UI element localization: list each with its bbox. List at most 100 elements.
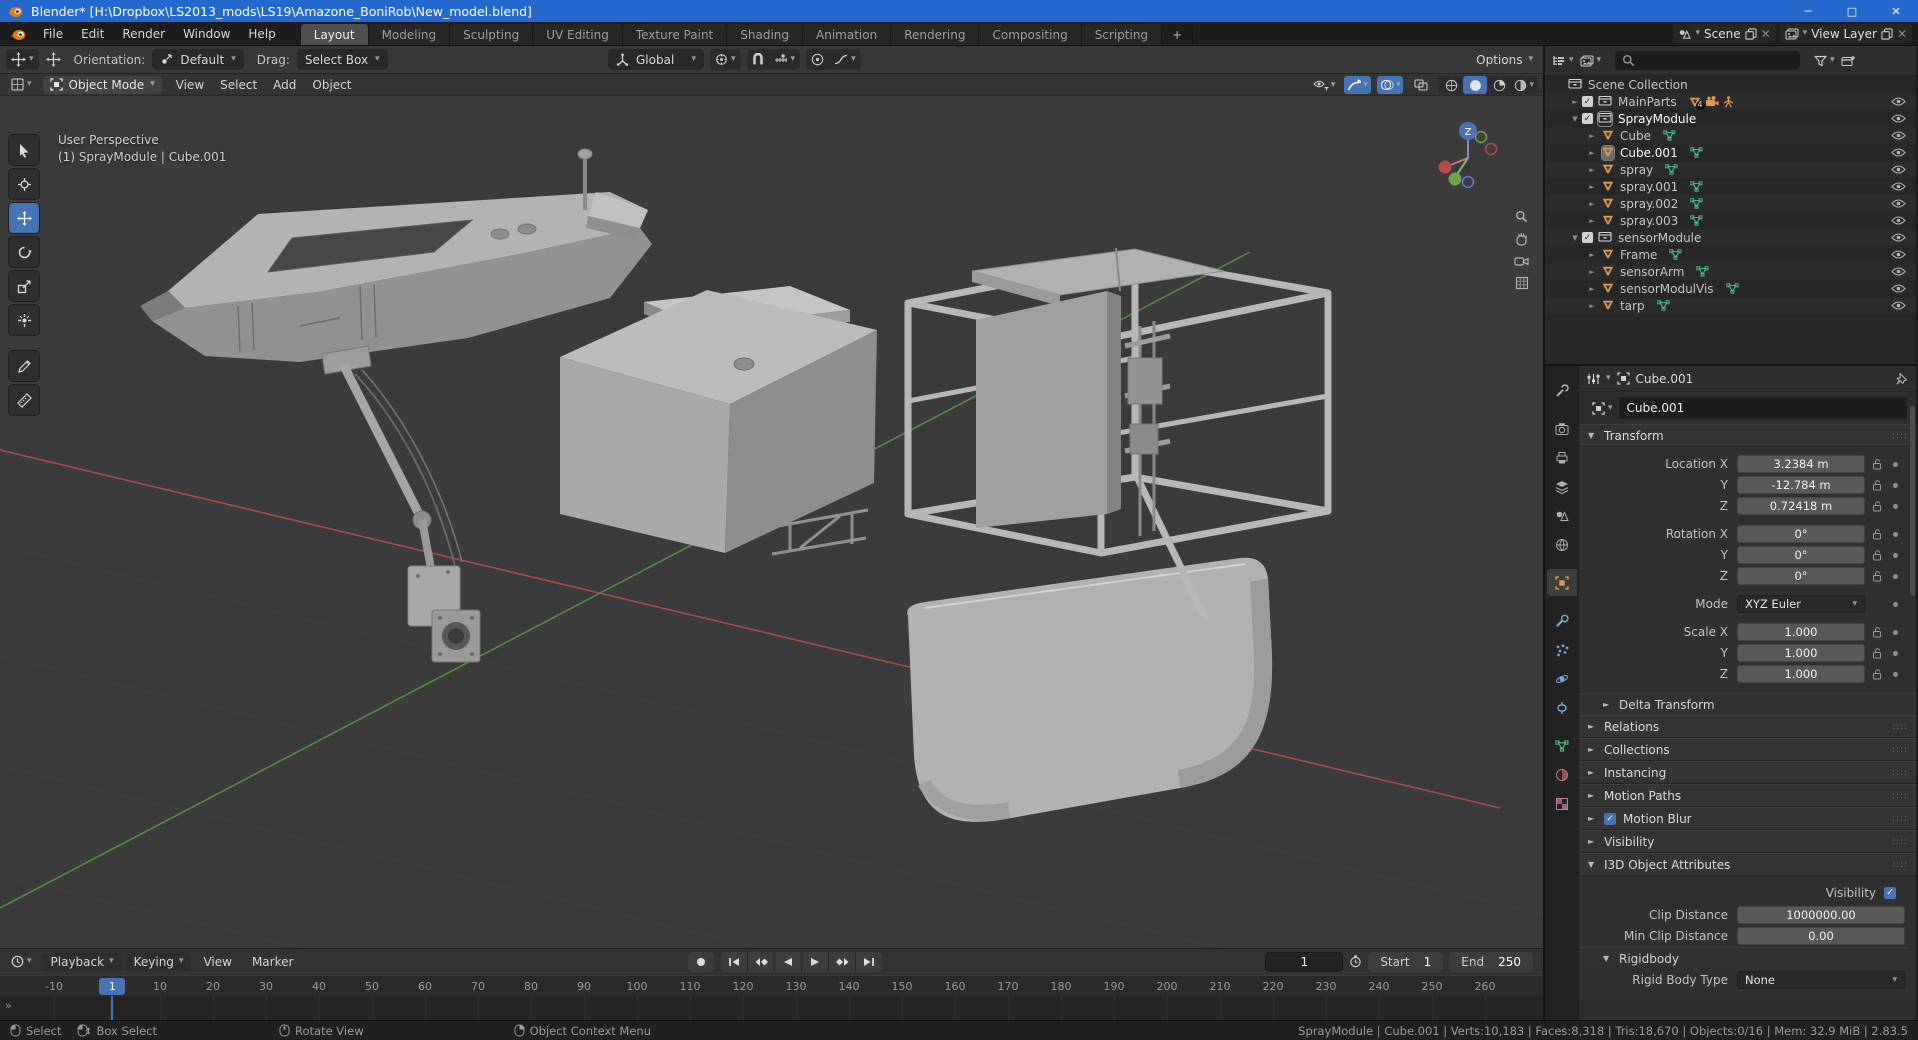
remove-view-layer-icon[interactable]: ✕ — [1897, 27, 1907, 41]
hide-in-viewport-eye-icon[interactable] — [1891, 301, 1906, 310]
panel-header-rigidbody[interactable]: ▼Rigidbody — [1579, 947, 1910, 969]
viewport-menu-select[interactable]: Select — [212, 78, 265, 92]
timeline-menu-keying[interactable]: Keying▾ — [126, 953, 192, 971]
menu-file[interactable]: File — [34, 22, 72, 45]
outliner-search-input[interactable] — [1615, 51, 1800, 70]
move-gizmo-icon[interactable] — [46, 52, 61, 67]
properties-tab-output[interactable] — [1547, 444, 1577, 471]
tool-rotate[interactable] — [9, 237, 39, 267]
drag-dropdown[interactable]: Select Box ▾ — [297, 49, 388, 70]
tool-select-box[interactable] — [9, 135, 39, 165]
tool-annotate[interactable] — [9, 351, 39, 381]
outliner-row-spray[interactable]: ►spray — [1545, 161, 1916, 178]
properties-tab-view-layer[interactable] — [1547, 473, 1577, 500]
outliner-row-tarp[interactable]: ►tarp — [1545, 297, 1916, 314]
timeline-editor-dropdown[interactable]: ▾ — [6, 951, 37, 972]
editor-type-dropdown[interactable]: ▾ — [6, 74, 37, 95]
snap-toggle-button[interactable] — [747, 49, 769, 70]
properties-tab-object-data[interactable] — [1547, 732, 1577, 759]
frame-start-field[interactable]: Start 1 — [1368, 952, 1443, 972]
shading-solid-button[interactable] — [1463, 76, 1487, 94]
properties-tab-modifiers[interactable] — [1547, 607, 1577, 634]
navigation-gizmo[interactable]: Z — [1431, 118, 1505, 195]
property-field-z[interactable]: 0° — [1737, 567, 1865, 585]
expand-icon[interactable]: ► — [1585, 302, 1599, 310]
hide-in-viewport-eye-icon[interactable] — [1891, 182, 1906, 191]
playhead-line[interactable] — [111, 996, 113, 1020]
viewport-menu-object[interactable]: Object — [304, 78, 359, 92]
panel-header-motion-paths[interactable]: ►Motion Paths:::: — [1579, 784, 1916, 807]
new-collection-button[interactable] — [1841, 55, 1856, 67]
transport-next-key-button[interactable] — [829, 952, 855, 972]
property-field-mode[interactable]: XYZ Euler▾ — [1737, 595, 1865, 613]
property-field-z[interactable]: 0.72418 m — [1737, 497, 1865, 515]
outliner-row-spray-003[interactable]: ►spray.003 — [1545, 212, 1916, 229]
panel-header-transform[interactable]: ▼Transform:::: — [1579, 424, 1916, 447]
panel-header-visibility[interactable]: ►Visibility:::: — [1579, 830, 1916, 853]
property-field-y[interactable]: 1.000 — [1737, 644, 1865, 662]
outliner-row-scene-collection[interactable]: Scene Collection — [1545, 76, 1916, 93]
frame-end-field[interactable]: End 250 — [1449, 952, 1533, 972]
ortho-grid-icon[interactable] — [1514, 276, 1529, 290]
menu-render[interactable]: Render — [113, 22, 174, 45]
property-field-y[interactable]: -12.784 m — [1737, 476, 1865, 494]
transform-orientation-dropdown[interactable]: Global ▾ — [608, 49, 704, 70]
tab-texture-paint[interactable]: Texture Paint — [623, 24, 727, 45]
snap-settings-dropdown[interactable]: ▾ — [769, 49, 801, 70]
hide-in-viewport-eye-icon[interactable] — [1891, 267, 1906, 276]
shading-rendered-button[interactable]: ▾ — [1511, 76, 1537, 94]
tab-shading[interactable]: Shading — [727, 24, 803, 45]
collection-checkbox[interactable]: ✓ — [1582, 232, 1593, 243]
properties-tab-object[interactable] — [1547, 569, 1577, 596]
outliner-row-spray-002[interactable]: ►spray.002 — [1545, 195, 1916, 212]
expand-icon[interactable]: ► — [1585, 217, 1599, 225]
properties-tab-render[interactable] — [1547, 415, 1577, 442]
hide-in-viewport-eye-icon[interactable] — [1891, 97, 1906, 106]
mode-dropdown[interactable]: Object Mode ▾ — [43, 76, 162, 94]
object-type-dropdown[interactable]: ▾ — [1588, 397, 1617, 419]
outliner-row-frame[interactable]: ►Frame — [1545, 246, 1916, 263]
view-layer-selector[interactable]: ▾ View Layer ✕ — [1780, 24, 1912, 43]
transport-rec-button[interactable] — [688, 952, 714, 972]
pivot-point-dropdown[interactable]: ▾ — [710, 49, 741, 70]
property-field-rigid-body-type[interactable]: None▾ — [1737, 971, 1905, 989]
tab-scripting[interactable]: Scripting — [1082, 24, 1162, 45]
outliner-row-sensorarm[interactable]: ►sensorArm — [1545, 263, 1916, 280]
panel-header-collections[interactable]: ►Collections:::: — [1579, 738, 1916, 761]
tool-cursor[interactable] — [9, 169, 39, 199]
animate-dot-icon[interactable] — [1889, 602, 1901, 607]
properties-tab-texture[interactable] — [1547, 790, 1577, 817]
panel-header-relations[interactable]: ►Relations:::: — [1579, 715, 1916, 738]
pin-icon[interactable] — [1896, 372, 1908, 385]
transport-jump-end-button[interactable] — [856, 952, 882, 972]
xray-button[interactable] — [1409, 76, 1433, 94]
options-dropdown[interactable]: Options ▾ — [1476, 53, 1533, 67]
properties-tab-material[interactable] — [1547, 761, 1577, 788]
properties-tab-world[interactable] — [1547, 531, 1577, 558]
hide-in-viewport-eye-icon[interactable] — [1891, 216, 1906, 225]
camera-view-icon[interactable] — [1514, 255, 1529, 267]
expand-icon[interactable]: ► — [1585, 251, 1599, 259]
transport-play-button[interactable] — [802, 952, 828, 972]
property-field-scale-x[interactable]: 1.000 — [1737, 623, 1865, 641]
visibility-filter-button[interactable]: ▾ — [1310, 76, 1339, 94]
tool-scale[interactable] — [9, 271, 39, 301]
timeline-track[interactable]: » — [0, 996, 1543, 1020]
properties-tab-physics[interactable] — [1547, 665, 1577, 692]
animate-dot-icon[interactable] — [1889, 672, 1901, 677]
hide-in-viewport-eye-icon[interactable] — [1891, 250, 1906, 259]
transport-prev-key-button[interactable] — [748, 952, 774, 972]
panel-checkbox[interactable]: ✓ — [1604, 813, 1616, 825]
viewport-3d[interactable]: ▾ Object Mode ▾ ViewSelectAddObject ▾▾▾▾ — [0, 74, 1543, 948]
tab-rendering[interactable]: Rendering — [891, 24, 979, 45]
active-tool-button[interactable]: ▾ — [6, 49, 39, 70]
panel-header-motion-blur[interactable]: ►✓Motion Blur:::: — [1579, 807, 1916, 830]
animate-dot-icon[interactable] — [1889, 574, 1901, 579]
outliner-editor-dropdown[interactable]: ▾ — [1552, 55, 1574, 67]
property-field-clip-distance[interactable]: 1000000.00 — [1737, 906, 1905, 924]
expand-icon[interactable]: ► — [1568, 98, 1582, 106]
animate-dot-icon[interactable] — [1889, 504, 1901, 509]
animate-dot-icon[interactable] — [1889, 630, 1901, 635]
transport-play-back-button[interactable] — [775, 952, 801, 972]
properties-tab-particles[interactable] — [1547, 636, 1577, 663]
